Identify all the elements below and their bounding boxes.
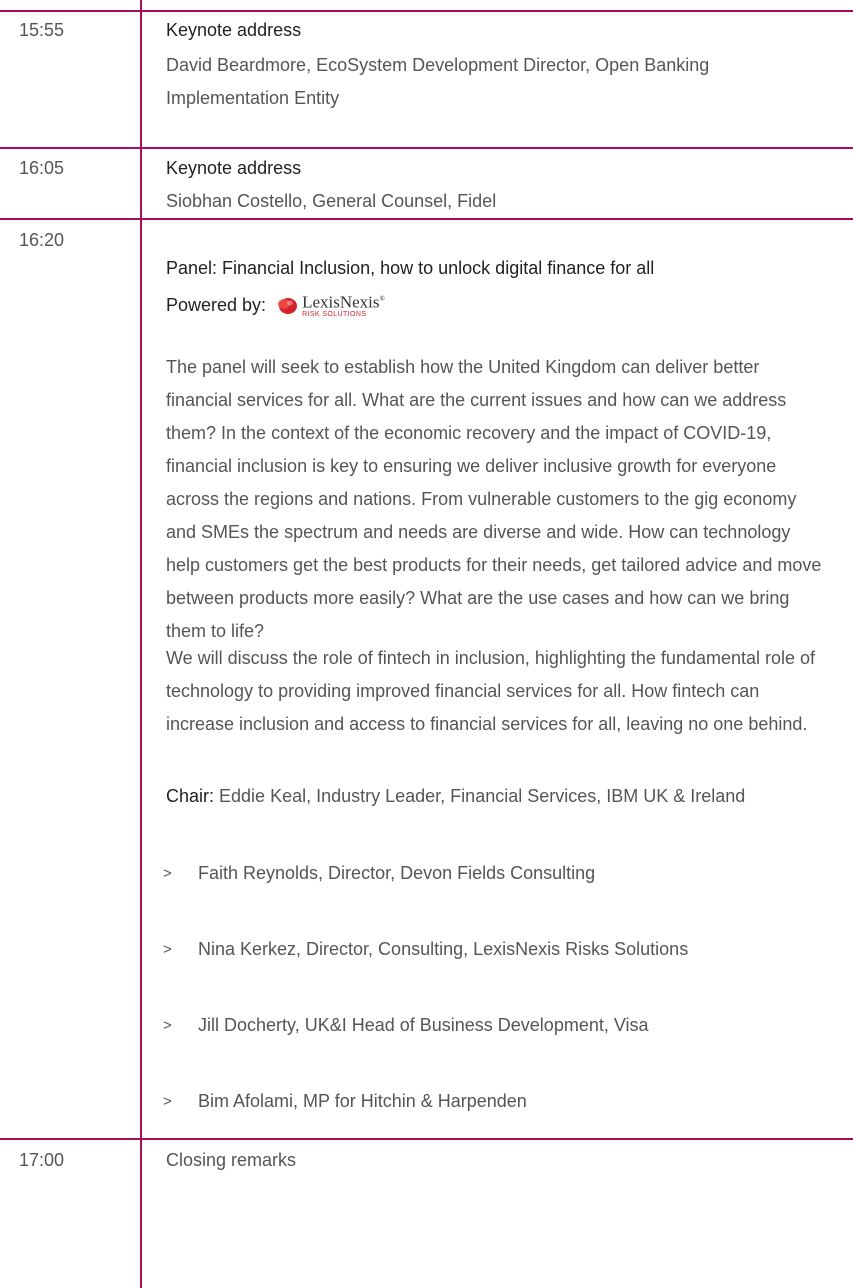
agenda-table: 15:55 Keynote address David Beardmore, E… <box>0 0 853 1288</box>
panel-chair: Chair: Eddie Keal, Industry Leader, Fina… <box>166 786 745 806</box>
list-item: > Faith Reynolds, Director, Devon Fields… <box>163 862 843 884</box>
list-item: > Jill Docherty, UK&I Head of Business D… <box>163 1014 843 1036</box>
panelist-name: Bim Afolami, MP for Hitchin & Harpenden <box>198 1091 527 1111</box>
sponsor-name: LexisNexis <box>302 292 380 312</box>
panelist-name: Jill Docherty, UK&I Head of Business Dev… <box>198 1015 649 1035</box>
session-time: 17:00 <box>19 1150 65 1170</box>
row-divider <box>0 218 853 220</box>
panelist-name: Faith Reynolds, Director, Devon Fields C… <box>198 863 596 883</box>
session-speaker: Siobhan Costello, General Counsel, Fidel <box>166 191 497 211</box>
session-title: Panel: Financial Inclusion, how to unloc… <box>166 258 655 278</box>
column-divider <box>140 0 142 1288</box>
session-time: 15:55 <box>19 20 65 40</box>
row-divider <box>0 1138 853 1140</box>
sponsor-logo: LexisNexis® RISK SOLUTIONS <box>276 291 385 320</box>
chair-name: Eddie Keal, Industry Leader, Financial S… <box>219 786 746 806</box>
row-divider <box>0 147 853 149</box>
session-title: Keynote address <box>166 20 302 40</box>
sponsor-tagline: RISK SOLUTIONS <box>302 311 367 319</box>
bullet-chevron: > <box>163 1017 172 1034</box>
panelist-name: Nina Kerkez, Director, Consulting, Lexis… <box>198 939 689 959</box>
bullet-chevron: > <box>163 941 172 958</box>
powered-by: Powered by: LexisNexis® RISK SOLUTIONS <box>166 288 385 322</box>
session-speaker: David Beardmore, EcoSystem Development D… <box>166 55 710 108</box>
list-item: > Bim Afolami, MP for Hitchin & Harpende… <box>163 1090 843 1112</box>
bullet-chevron: > <box>163 1093 172 1110</box>
session-description: We will discuss the role of fintech in i… <box>166 648 816 734</box>
session-title: Keynote address <box>166 158 302 178</box>
session-time: 16:05 <box>19 158 65 178</box>
session-title: Closing remarks <box>166 1150 297 1170</box>
session-time: 16:20 <box>19 230 65 250</box>
lexisnexis-logo-icon <box>278 298 298 314</box>
chair-label: Chair: <box>166 786 215 806</box>
session-description: The panel will seek to establish how the… <box>166 357 822 641</box>
registered-mark: ® <box>379 294 385 303</box>
list-item: > Nina Kerkez, Director, Consulting, Lex… <box>163 938 843 960</box>
row-divider <box>0 10 853 12</box>
bullet-chevron: > <box>163 865 172 882</box>
powered-by-label: Powered by: <box>166 294 267 315</box>
